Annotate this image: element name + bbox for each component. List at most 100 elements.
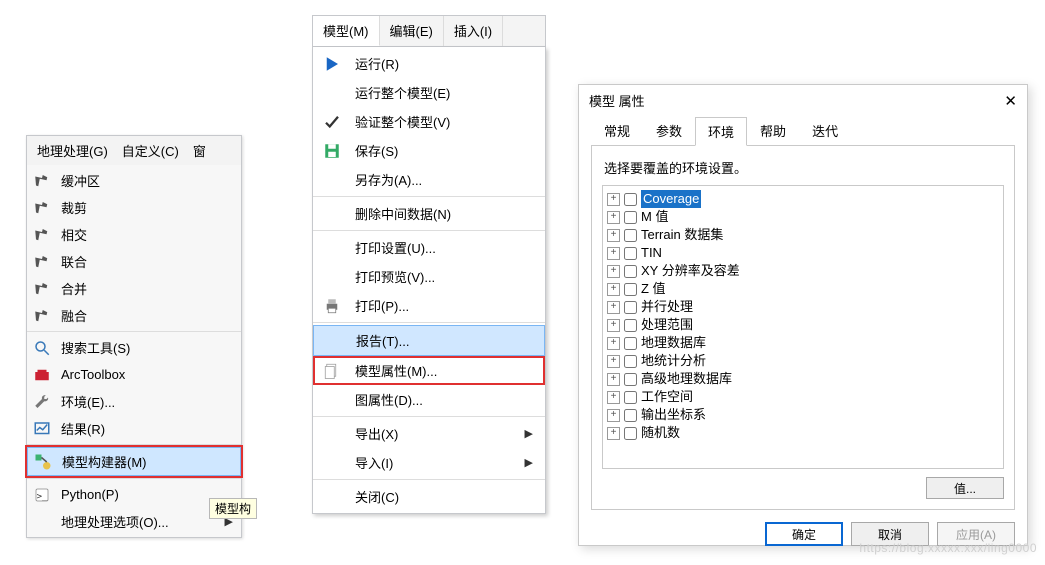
menu-item[interactable]: 关闭(C): [313, 482, 545, 511]
expand-icon[interactable]: +: [607, 337, 620, 350]
tree-row[interactable]: +随机数: [605, 424, 1001, 442]
tab-4[interactable]: 迭代: [799, 116, 851, 145]
expand-icon[interactable]: +: [607, 229, 620, 242]
python-icon: >_: [33, 486, 51, 504]
tree-row[interactable]: +高级地理数据库: [605, 370, 1001, 388]
expand-icon[interactable]: +: [607, 409, 620, 422]
menu-item[interactable]: 删除中间数据(N): [313, 199, 545, 228]
menu-item[interactable]: 打印预览(V)...: [313, 262, 545, 291]
expand-icon[interactable]: +: [607, 265, 620, 278]
menu-model[interactable]: 模型(M): [313, 16, 380, 46]
tab-3[interactable]: 帮助: [747, 116, 799, 145]
label: 运行(R): [355, 54, 399, 73]
menu-edit[interactable]: 编辑(E): [380, 16, 444, 46]
tree-checkbox[interactable]: [624, 319, 637, 332]
separator: [313, 230, 545, 231]
menu-item-environments[interactable]: 环境(E)...: [27, 388, 241, 415]
toolbox-icon: [33, 366, 51, 384]
menu-item[interactable]: 打印(P)...: [313, 291, 545, 320]
tree-checkbox[interactable]: [624, 211, 637, 224]
menu-item-intersect[interactable]: 相交: [27, 221, 241, 248]
expand-icon[interactable]: +: [607, 391, 620, 404]
tree-row[interactable]: +地统计分析: [605, 352, 1001, 370]
menu-insert[interactable]: 插入(I): [444, 16, 503, 46]
menu-item[interactable]: 保存(S): [313, 136, 545, 165]
separator: [313, 479, 545, 480]
expand-icon[interactable]: +: [607, 319, 620, 332]
menu-item-results[interactable]: 结果(R): [27, 415, 241, 442]
menu-customize[interactable]: 自定义(C): [116, 139, 185, 162]
tree-checkbox[interactable]: [624, 427, 637, 440]
tree-row[interactable]: +XY 分辨率及容差: [605, 262, 1001, 280]
menu-item[interactable]: 模型属性(M)...: [313, 356, 545, 385]
menu-item-search[interactable]: 搜索工具(S): [27, 334, 241, 361]
tree-checkbox[interactable]: [624, 337, 637, 350]
label: 删除中间数据(N): [355, 204, 451, 223]
search-icon: [33, 339, 51, 357]
tree-row[interactable]: +处理范围: [605, 316, 1001, 334]
menu-item-buffer[interactable]: 缓冲区: [27, 167, 241, 194]
menu-item[interactable]: 验证整个模型(V): [313, 107, 545, 136]
tree-label: Terrain 数据集: [641, 226, 723, 244]
tree-checkbox[interactable]: [624, 193, 637, 206]
menu-item[interactable]: 导出(X)▶: [313, 419, 545, 448]
menu-item-merge[interactable]: 合并: [27, 275, 241, 302]
expand-icon[interactable]: +: [607, 211, 620, 224]
ok-button[interactable]: 确定: [765, 522, 843, 546]
label: 模型构建器(M): [62, 452, 147, 471]
expand-icon[interactable]: +: [607, 355, 620, 368]
label: 合并: [61, 279, 87, 298]
menu-item[interactable]: 打印设置(U)...: [313, 233, 545, 262]
chevron-right-icon: ▶: [525, 456, 533, 469]
menu-item[interactable]: 另存为(A)...: [313, 165, 545, 194]
tree-row[interactable]: +M 值: [605, 208, 1001, 226]
menu-item[interactable]: 运行(R): [313, 49, 545, 78]
label: 打印设置(U)...: [355, 238, 436, 257]
env-tree[interactable]: +Coverage+M 值+Terrain 数据集+TIN+XY 分辨率及容差+…: [602, 185, 1004, 469]
tree-row[interactable]: +Coverage: [605, 190, 1001, 208]
menu-item-arctoolbox[interactable]: ArcToolbox: [27, 361, 241, 388]
tree-checkbox[interactable]: [624, 355, 637, 368]
expand-icon[interactable]: +: [607, 247, 620, 260]
menu-item[interactable]: 运行整个模型(E): [313, 78, 545, 107]
tree-checkbox[interactable]: [624, 247, 637, 260]
tree-checkbox[interactable]: [624, 283, 637, 296]
tree-label: 并行处理: [641, 298, 693, 316]
menu-item[interactable]: 导入(I)▶: [313, 448, 545, 477]
tree-row[interactable]: + 并行处理: [605, 298, 1001, 316]
label: 打印预览(V)...: [355, 267, 435, 286]
menu-window[interactable]: 窗: [187, 139, 212, 162]
tree-row[interactable]: +Z 值: [605, 280, 1001, 298]
tree-row[interactable]: + Terrain 数据集: [605, 226, 1001, 244]
tree-row[interactable]: +地理数据库: [605, 334, 1001, 352]
menu-item-clip[interactable]: 裁剪: [27, 194, 241, 221]
play-icon: [321, 55, 343, 73]
menu-item-dissolve[interactable]: 融合: [27, 302, 241, 329]
tab-2[interactable]: 环境: [695, 117, 747, 146]
menu-item[interactable]: 报告(T)...: [313, 325, 545, 356]
tree-checkbox[interactable]: [624, 373, 637, 386]
tree-row[interactable]: +输出坐标系: [605, 406, 1001, 424]
tree-checkbox[interactable]: [624, 265, 637, 278]
expand-icon[interactable]: +: [607, 193, 620, 206]
menu-item-model-builder[interactable]: 模型构建器(M): [27, 447, 241, 476]
tree-row[interactable]: +TIN: [605, 244, 1001, 262]
values-button[interactable]: 值...: [926, 477, 1004, 499]
tree-checkbox[interactable]: [624, 301, 637, 314]
tree-row[interactable]: +工作空间: [605, 388, 1001, 406]
menu-geoprocessing[interactable]: 地理处理(G): [31, 139, 114, 162]
expand-icon[interactable]: +: [607, 283, 620, 296]
close-icon[interactable]: ✕: [1004, 92, 1017, 110]
expand-icon[interactable]: +: [607, 301, 620, 314]
tab-1[interactable]: 参数: [643, 116, 695, 145]
separator: [27, 478, 241, 479]
label: 图属性(D)...: [355, 390, 423, 409]
menu-item-union[interactable]: 联合: [27, 248, 241, 275]
tree-checkbox[interactable]: [624, 409, 637, 422]
expand-icon[interactable]: +: [607, 427, 620, 440]
tree-checkbox[interactable]: [624, 391, 637, 404]
expand-icon[interactable]: +: [607, 373, 620, 386]
tree-checkbox[interactable]: [624, 229, 637, 242]
menu-item[interactable]: 图属性(D)...: [313, 385, 545, 414]
tab-0[interactable]: 常规: [591, 116, 643, 145]
